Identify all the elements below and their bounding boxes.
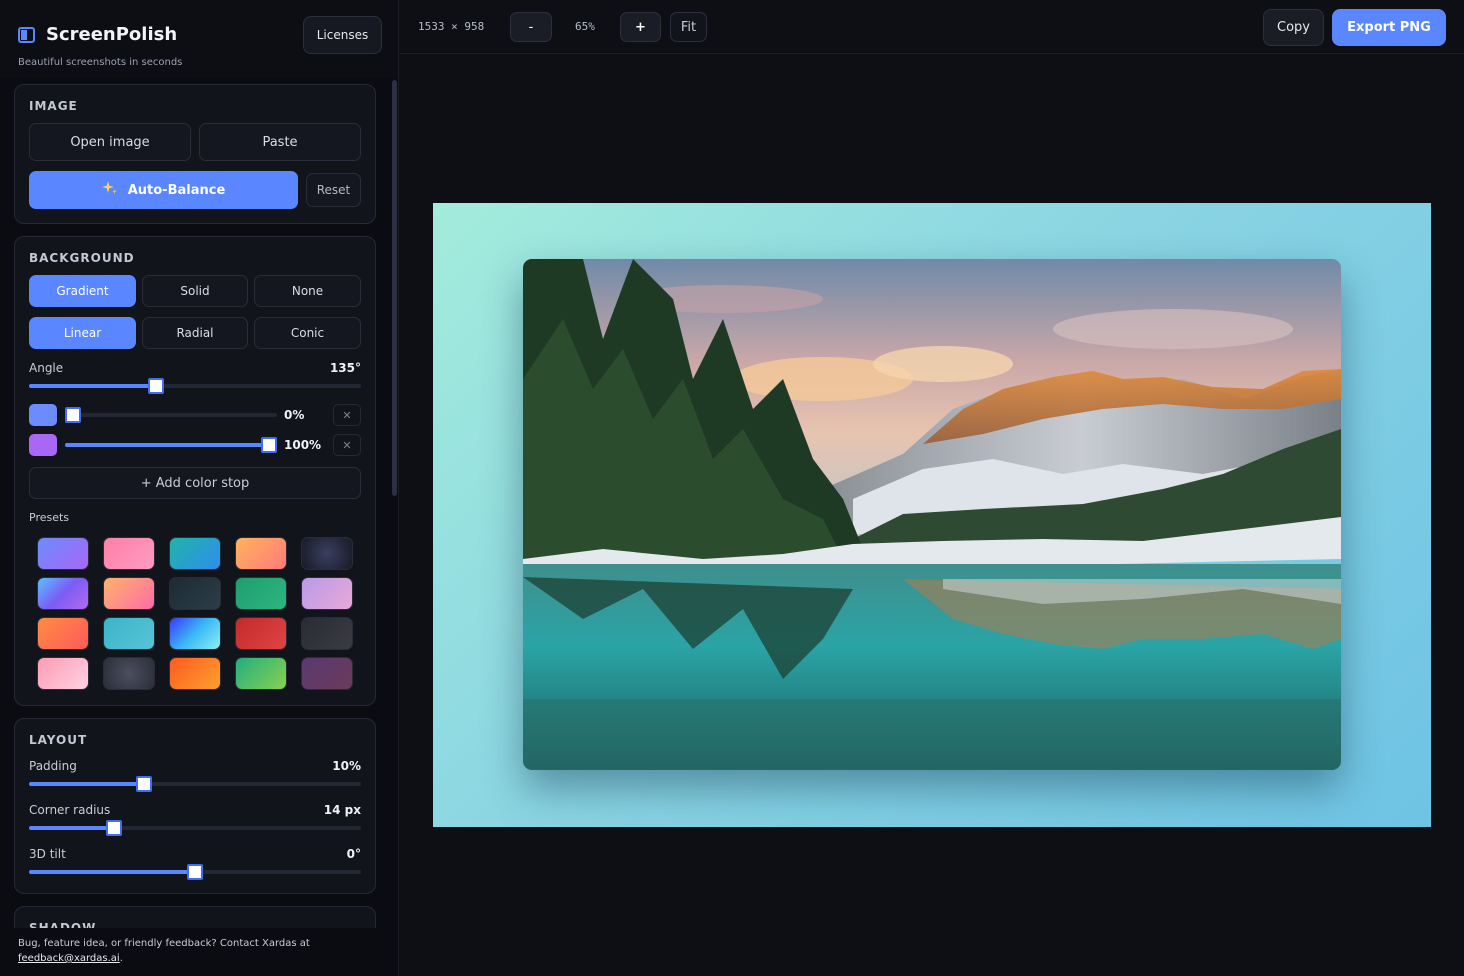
type-radial-button[interactable]: Radial bbox=[142, 317, 248, 349]
preset-swatch[interactable] bbox=[235, 617, 287, 650]
zoom-in-button[interactable]: + bbox=[620, 12, 661, 42]
background-panel: BACKGROUND Gradient Solid None Linear Ra… bbox=[14, 236, 376, 706]
open-image-button[interactable]: Open image bbox=[29, 123, 191, 161]
preset-swatch[interactable] bbox=[169, 617, 221, 650]
mountain-lake-image bbox=[523, 259, 1341, 770]
preset-swatch[interactable] bbox=[169, 577, 221, 610]
preset-swatch[interactable] bbox=[37, 657, 89, 690]
tilt-slider[interactable] bbox=[29, 864, 361, 880]
background-panel-title: BACKGROUND bbox=[29, 251, 135, 265]
tilt-slider-thumb[interactable] bbox=[187, 864, 203, 880]
image-panel-title: IMAGE bbox=[29, 99, 78, 113]
licenses-button[interactable]: Licenses bbox=[303, 16, 382, 54]
corner-radius-value: 14 px bbox=[323, 803, 361, 817]
image-dimensions: 1533 × 958 bbox=[418, 20, 485, 33]
mode-gradient-button[interactable]: Gradient bbox=[29, 275, 136, 307]
export-png-button[interactable]: Export PNG bbox=[1332, 9, 1446, 46]
auto-balance-button[interactable]: Auto-Balance bbox=[29, 171, 298, 209]
stop-1-position: 0% bbox=[284, 408, 305, 422]
angle-slider-fill bbox=[29, 384, 156, 388]
padding-slider-fill bbox=[29, 782, 145, 786]
stop-1-color-swatch[interactable] bbox=[29, 404, 57, 426]
footer-suffix: . bbox=[119, 953, 123, 964]
preset-swatch[interactable] bbox=[169, 537, 221, 570]
corner-radius-label: Corner radius bbox=[29, 803, 111, 817]
stop-1-slider[interactable] bbox=[65, 407, 277, 423]
tilt-value: 0° bbox=[346, 847, 361, 861]
preset-swatch[interactable] bbox=[37, 537, 89, 570]
sidebar: ScreenPolish Beautiful screenshots in se… bbox=[0, 0, 399, 976]
preset-swatch[interactable] bbox=[169, 657, 221, 690]
preset-swatch[interactable] bbox=[103, 577, 155, 610]
preset-swatch[interactable] bbox=[235, 537, 287, 570]
layout-panel-title: LAYOUT bbox=[29, 733, 88, 747]
type-linear-button[interactable]: Linear bbox=[29, 317, 136, 349]
preset-swatch[interactable] bbox=[103, 537, 155, 570]
app-tagline: Beautiful screenshots in seconds bbox=[18, 57, 183, 68]
corner-radius-slider-thumb[interactable] bbox=[106, 820, 123, 836]
corner-radius-slider-fill bbox=[29, 826, 115, 830]
feedback-email-link[interactable]: feedback@xardas.ai bbox=[18, 953, 120, 964]
auto-balance-label: Auto-Balance bbox=[127, 182, 226, 198]
preset-swatch[interactable] bbox=[301, 577, 353, 610]
padding-slider[interactable] bbox=[29, 776, 361, 792]
stop-1-slider-thumb[interactable] bbox=[65, 407, 81, 423]
layout-panel: LAYOUT Padding 10% Corner radius 14 px 3… bbox=[14, 718, 376, 894]
footer-text: Bug, feature idea, or friendly feedback?… bbox=[18, 938, 310, 949]
padding-slider-thumb[interactable] bbox=[136, 776, 153, 792]
mode-none-button[interactable]: None bbox=[254, 275, 361, 307]
app-logo-icon bbox=[18, 26, 36, 44]
preset-swatch[interactable] bbox=[235, 577, 287, 610]
tilt-label: 3D tilt bbox=[29, 847, 66, 861]
angle-slider-thumb[interactable] bbox=[147, 378, 164, 394]
stop-2-slider[interactable] bbox=[65, 437, 277, 453]
corner-radius-slider[interactable] bbox=[29, 820, 361, 836]
zoom-out-button[interactable]: - bbox=[510, 12, 552, 42]
image-panel: IMAGE Open image Paste Auto-Balance Rese… bbox=[14, 84, 376, 224]
toolbar: 1533 × 958 - 65% + Fit Copy Export PNG bbox=[400, 0, 1464, 54]
mode-solid-button[interactable]: Solid bbox=[142, 275, 248, 307]
padding-value: 10% bbox=[332, 759, 361, 773]
fit-button[interactable]: Fit bbox=[670, 12, 707, 42]
preset-swatch[interactable] bbox=[103, 657, 155, 690]
add-color-stop-button[interactable]: + Add color stop bbox=[29, 467, 361, 499]
brand-header: ScreenPolish Beautiful screenshots in se… bbox=[0, 0, 398, 78]
preset-swatch[interactable] bbox=[301, 537, 353, 570]
angle-slider[interactable] bbox=[29, 378, 361, 394]
preset-swatch[interactable] bbox=[103, 617, 155, 650]
stop-1-remove-icon[interactable]: ✕ bbox=[333, 404, 361, 426]
paste-button[interactable]: Paste bbox=[199, 123, 361, 161]
stop-2-position: 100% bbox=[284, 438, 322, 452]
preset-swatch[interactable] bbox=[37, 617, 89, 650]
preset-swatch[interactable] bbox=[301, 657, 353, 690]
reset-button[interactable]: Reset bbox=[306, 173, 361, 207]
brand: ScreenPolish bbox=[18, 24, 177, 45]
tilt-slider-fill bbox=[29, 870, 195, 874]
copy-button[interactable]: Copy bbox=[1263, 9, 1324, 46]
stop-2-slider-thumb[interactable] bbox=[261, 437, 277, 453]
preset-swatch[interactable] bbox=[301, 617, 353, 650]
type-conic-button[interactable]: Conic bbox=[254, 317, 361, 349]
sidebar-scrollbar[interactable] bbox=[392, 80, 397, 496]
preset-swatch[interactable] bbox=[37, 577, 89, 610]
preview-canvas bbox=[433, 203, 1431, 827]
presets-label: Presets bbox=[29, 511, 70, 524]
stop-2-color-swatch[interactable] bbox=[29, 434, 57, 456]
angle-value: 135° bbox=[329, 361, 361, 375]
angle-label: Angle bbox=[29, 361, 64, 375]
zoom-level: 65% bbox=[575, 20, 595, 33]
preset-swatch[interactable] bbox=[235, 657, 287, 690]
padding-label: Padding bbox=[29, 759, 77, 773]
stop-2-remove-icon[interactable]: ✕ bbox=[333, 434, 361, 456]
sparkles-icon bbox=[101, 180, 118, 200]
stop-2-slider-fill bbox=[65, 443, 269, 447]
app-name: ScreenPolish bbox=[46, 24, 178, 45]
screenshot-image bbox=[523, 259, 1341, 770]
feedback-footer: Bug, feature idea, or friendly feedback?… bbox=[0, 928, 398, 976]
